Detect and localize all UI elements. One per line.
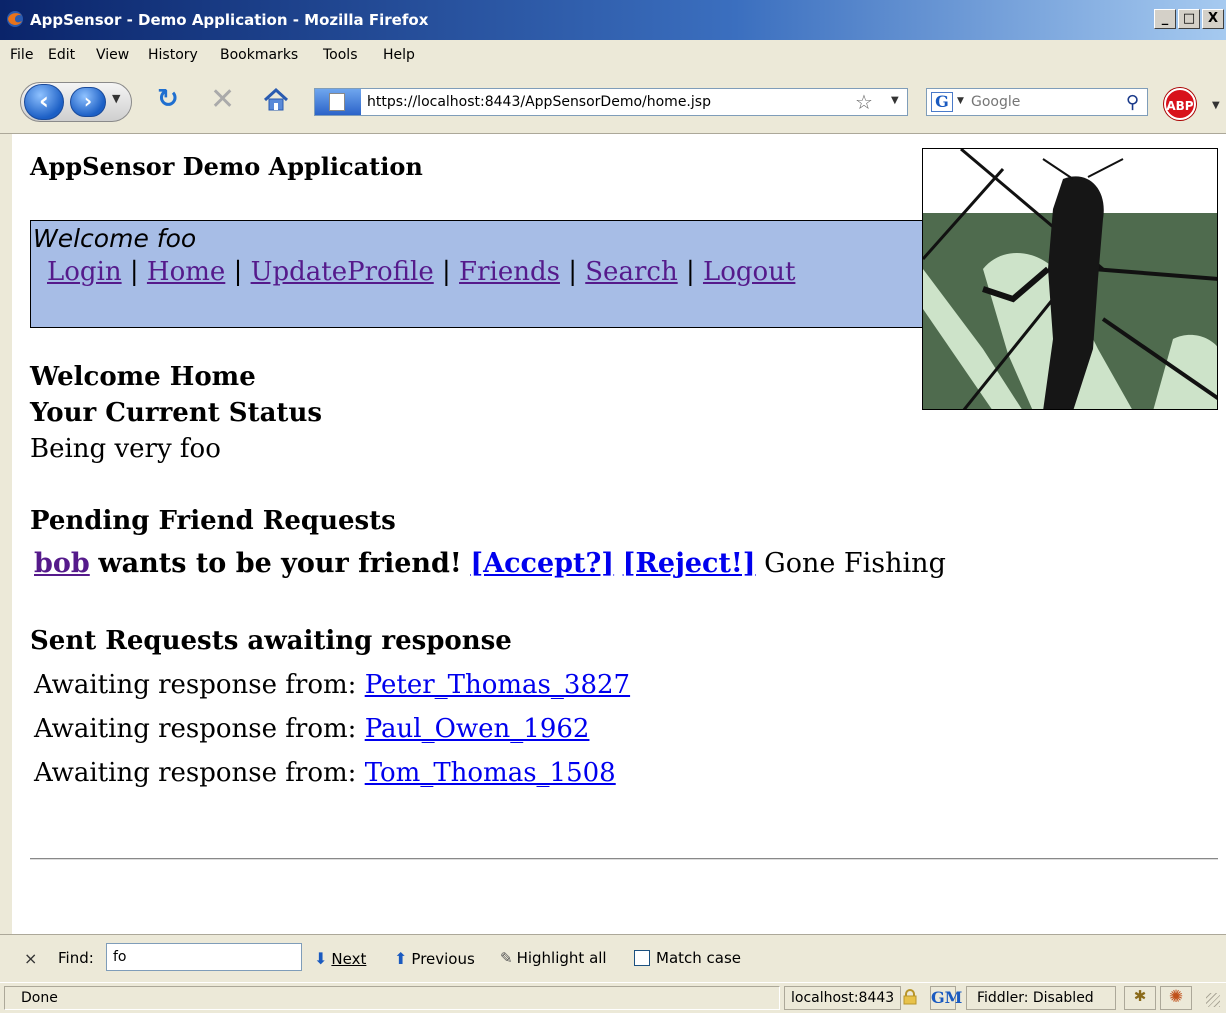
nav-link-friends[interactable]: Friends <box>459 257 560 287</box>
adblock-icon[interactable]: ABP <box>1164 88 1196 120</box>
nav-separator: | <box>685 257 703 287</box>
menu-bookmarks[interactable]: Bookmarks <box>220 47 298 63</box>
status-host[interactable]: localhost:8443 <box>784 986 902 1010</box>
nav-separator: | <box>442 257 460 287</box>
pending-message: wants to be your friend! <box>98 548 462 579</box>
find-next-label: Next <box>331 950 367 968</box>
nav-separator: | <box>129 257 147 287</box>
status-bar: Done localhost:8443 GM Fiddler: Disabled… <box>0 982 1226 1013</box>
menu-file[interactable]: File <box>10 47 33 63</box>
fiddler-status[interactable]: Fiddler: Disabled <box>966 986 1116 1010</box>
search-bar[interactable]: G ▼ ⚲ <box>926 88 1148 116</box>
page-content: AppSensor Demo Application Welcome foo L… <box>12 134 1226 934</box>
arrow-down-icon: ⬇ <box>314 949 328 968</box>
site-identity-icon[interactable] <box>315 89 361 115</box>
sent-requests-heading: Sent Requests awaiting response <box>30 626 512 656</box>
nav-link-login[interactable]: Login <box>47 257 122 287</box>
search-input[interactable] <box>971 92 1111 112</box>
menu-view[interactable]: View <box>96 47 129 63</box>
firefox-icon <box>7 11 23 27</box>
menu-tools[interactable]: Tools <box>323 47 358 63</box>
sent-request-row: Awaiting response from: Peter_Thomas_382… <box>34 670 630 700</box>
lock-icon[interactable] <box>902 989 918 1005</box>
window-title: AppSensor - Demo Application - Mozilla F… <box>30 11 429 29</box>
pending-user-link[interactable]: bob <box>34 548 90 579</box>
mantis-logo-image <box>922 148 1218 410</box>
status-text: Done <box>4 986 780 1010</box>
pending-request-row: bob wants to be your friend! [Accept?] [… <box>34 548 946 579</box>
find-next-button[interactable]: ⬇ Next <box>314 949 366 968</box>
history-dropdown-icon[interactable]: ▼ <box>112 92 120 105</box>
firebug-icon[interactable]: ✱ <box>1124 986 1156 1010</box>
find-label: Find: <box>58 949 94 967</box>
url-text[interactable]: https://localhost:8443/AppSensorDemo/hom… <box>367 94 711 110</box>
window-left-border <box>0 134 12 934</box>
minimize-button[interactable]: _ <box>1154 9 1176 29</box>
search-icon[interactable]: ⚲ <box>1126 92 1139 113</box>
greasemonkey-icon[interactable]: GM <box>930 986 962 1010</box>
bookmark-star-icon[interactable]: ☆ <box>855 90 873 114</box>
highlight-all-button[interactable]: ✎ Highlight all <box>500 949 607 967</box>
sent-label: Awaiting response from: <box>34 670 357 700</box>
reject-link[interactable]: [Reject!] <box>623 548 756 579</box>
checkbox-icon[interactable] <box>634 950 650 966</box>
reload-icon[interactable]: ↻ <box>157 84 179 114</box>
home-icon[interactable] <box>262 86 290 114</box>
find-bar: × Find: ⬇Next ⬆Previous ✎Highlight all M… <box>0 934 1226 982</box>
nav-separator: | <box>568 257 586 287</box>
nav-link-search[interactable]: Search <box>585 257 677 287</box>
sent-label: Awaiting response from: <box>34 758 357 788</box>
sent-user-link[interactable]: Paul_Owen_1962 <box>365 714 590 744</box>
sent-label: Awaiting response from: <box>34 714 357 744</box>
find-previous-label: Previous <box>411 950 475 968</box>
menu-bar: File Edit View History Bookmarks Tools H… <box>0 40 1226 72</box>
find-close-icon[interactable]: × <box>24 949 37 968</box>
sent-request-row: Awaiting response from: Paul_Owen_1962 <box>34 714 589 744</box>
nav-link-home[interactable]: Home <box>147 257 225 287</box>
accept-link[interactable]: [Accept?] <box>470 548 614 579</box>
back-button[interactable]: ‹ <box>24 84 64 120</box>
menu-help[interactable]: Help <box>383 47 415 63</box>
highlight-all-label: Highlight all <box>516 949 607 967</box>
match-case-checkbox[interactable]: Match case <box>634 949 741 967</box>
find-input[interactable] <box>106 943 302 971</box>
menu-edit[interactable]: Edit <box>48 47 75 63</box>
url-bar[interactable]: https://localhost:8443/AppSensorDemo/hom… <box>314 88 908 116</box>
navigation-toolbar: ‹ › ▼ ↻ ✕ https://localhost:8443/AppSens… <box>0 72 1226 134</box>
google-engine-icon[interactable]: G <box>931 92 953 112</box>
status-text: Being very foo <box>30 434 221 464</box>
nav-link-logout[interactable]: Logout <box>703 257 795 287</box>
welcome-heading: Welcome Home <box>30 362 256 392</box>
nav-links: Login | Home | UpdateProfile | Friends |… <box>47 257 795 287</box>
sent-request-row: Awaiting response from: Tom_Thomas_1508 <box>34 758 616 788</box>
horizontal-rule <box>30 858 1218 860</box>
window-title-bar[interactable]: AppSensor - Demo Application - Mozilla F… <box>0 0 1226 40</box>
highlighter-icon: ✎ <box>500 949 513 967</box>
find-previous-button[interactable]: ⬆ Previous <box>394 949 475 968</box>
app-title: AppSensor Demo Application <box>30 152 423 181</box>
gear-icon[interactable]: ✺ <box>1160 986 1192 1010</box>
adblock-dropdown-icon[interactable]: ▼ <box>1212 100 1220 111</box>
nav-separator: | <box>233 257 251 287</box>
nav-box: Welcome foo Login | Home | UpdateProfile… <box>30 220 930 328</box>
status-heading: Your Current Status <box>30 398 322 428</box>
arrow-up-icon: ⬆ <box>394 949 408 968</box>
engine-dropdown-icon[interactable]: ▼ <box>957 96 964 106</box>
nav-link-updateprofile[interactable]: UpdateProfile <box>251 257 434 287</box>
match-case-label: Match case <box>656 949 742 967</box>
sent-user-link[interactable]: Peter_Thomas_3827 <box>365 670 630 700</box>
resize-grip-icon[interactable] <box>1206 993 1220 1007</box>
pending-requests-heading: Pending Friend Requests <box>30 506 396 536</box>
stop-icon[interactable]: ✕ <box>210 82 235 117</box>
close-button[interactable]: X <box>1202 9 1224 29</box>
sent-user-link[interactable]: Tom_Thomas_1508 <box>365 758 616 788</box>
url-dropdown-icon[interactable]: ▼ <box>891 95 899 106</box>
pending-user-status: Gone Fishing <box>764 548 946 579</box>
maximize-button[interactable]: □ <box>1178 9 1200 29</box>
menu-history[interactable]: History <box>148 47 198 63</box>
welcome-user: Welcome foo <box>33 224 197 253</box>
forward-button[interactable]: › <box>70 87 106 117</box>
